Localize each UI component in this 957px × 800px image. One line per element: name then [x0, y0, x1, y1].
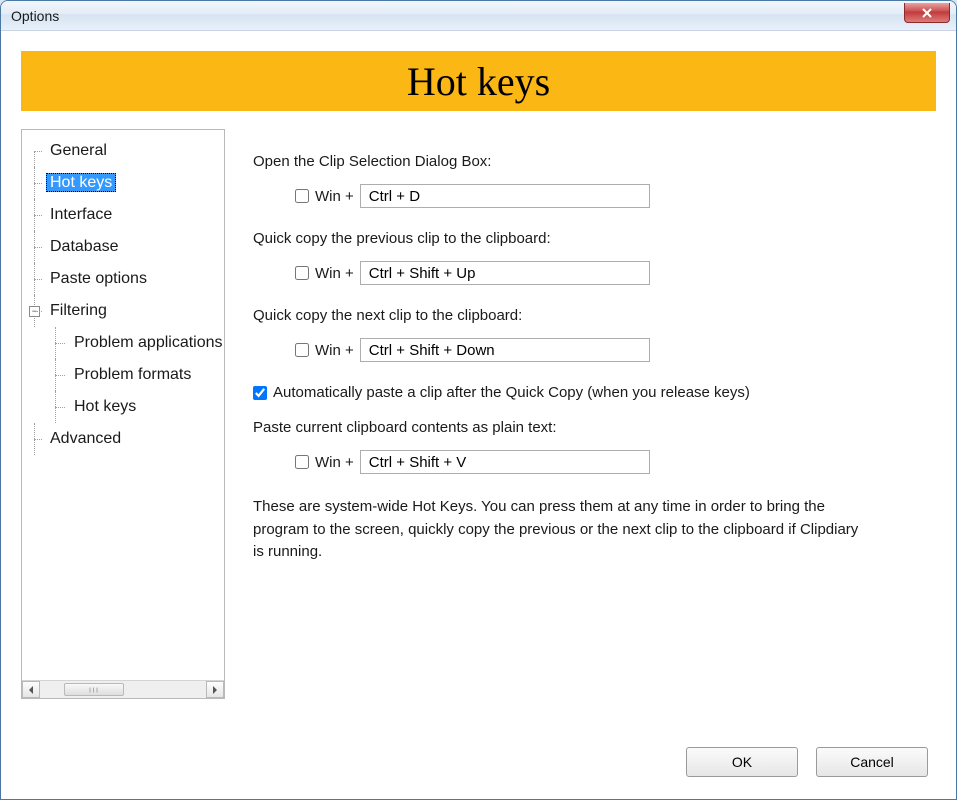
expander-icon[interactable]: − [29, 306, 40, 317]
win-checkbox-prev-input[interactable] [295, 266, 309, 280]
titlebar[interactable]: Options [1, 1, 956, 31]
hotkey-input-plain[interactable] [360, 450, 650, 474]
client-area: Hot keys General Hot keys Interface Data… [1, 31, 956, 713]
win-label: Win + [315, 188, 354, 205]
scroll-thumb[interactable] [64, 683, 124, 696]
row-plain-text: Win + [253, 450, 926, 474]
chevron-right-icon [212, 686, 218, 694]
win-checkbox-plain[interactable]: Win + [295, 454, 354, 471]
tree-item-interface[interactable]: Interface [22, 199, 224, 231]
ok-button[interactable]: OK [686, 747, 798, 777]
hotkey-input-next[interactable] [360, 338, 650, 362]
sidebar-horizontal-scrollbar[interactable] [22, 680, 224, 698]
tree-item-problem-formats[interactable]: Problem formats [22, 359, 224, 391]
tree-item-hotkeys[interactable]: Hot keys [22, 167, 224, 199]
label-plain-text: Paste current clipboard contents as plai… [253, 419, 926, 436]
hotkey-input-prev[interactable] [360, 261, 650, 285]
auto-paste-checkbox[interactable]: Automatically paste a clip after the Qui… [253, 384, 926, 401]
scroll-right-button[interactable] [206, 681, 224, 698]
row-next-clip: Win + [253, 338, 926, 362]
hotkeys-note: These are system-wide Hot Keys. You can … [253, 496, 873, 564]
win-checkbox-open[interactable]: Win + [295, 188, 354, 205]
hotkey-input-open[interactable] [360, 184, 650, 208]
chevron-left-icon [28, 686, 34, 694]
win-checkbox-next-input[interactable] [295, 343, 309, 357]
win-checkbox-next[interactable]: Win + [295, 342, 354, 359]
win-label: Win + [315, 454, 354, 471]
close-icon [921, 8, 933, 18]
win-label: Win + [315, 265, 354, 282]
label-open-dialog: Open the Clip Selection Dialog Box: [253, 153, 926, 170]
tree-root: General Hot keys Interface Database Past… [22, 135, 224, 455]
row-prev-clip: Win + [253, 261, 926, 285]
win-checkbox-plain-input[interactable] [295, 455, 309, 469]
label-prev-clip: Quick copy the previous clip to the clip… [253, 230, 926, 247]
dialog-footer: OK Cancel [686, 747, 928, 777]
page-banner: Hot keys [21, 51, 936, 111]
close-button[interactable] [904, 3, 950, 23]
window-title: Options [11, 8, 59, 24]
tree-item-problem-applications[interactable]: Problem applications [22, 327, 224, 359]
win-label: Win + [315, 342, 354, 359]
tree-item-advanced[interactable]: Advanced [22, 423, 224, 455]
scroll-track[interactable] [40, 681, 206, 698]
win-checkbox-open-input[interactable] [295, 189, 309, 203]
tree-item-paste-options[interactable]: Paste options [22, 263, 224, 295]
win-checkbox-prev[interactable]: Win + [295, 265, 354, 282]
auto-paste-label: Automatically paste a clip after the Qui… [273, 384, 750, 401]
label-next-clip: Quick copy the next clip to the clipboar… [253, 307, 926, 324]
auto-paste-checkbox-input[interactable] [253, 386, 267, 400]
banner-title: Hot keys [407, 58, 550, 105]
content-split: General Hot keys Interface Database Past… [21, 129, 936, 699]
sidebar-tree[interactable]: General Hot keys Interface Database Past… [21, 129, 225, 699]
tree-item-filtering[interactable]: − Filtering [22, 295, 224, 327]
cancel-button[interactable]: Cancel [816, 747, 928, 777]
options-dialog: Options Hot keys General Hot keys [0, 0, 957, 800]
tree-item-general[interactable]: General [22, 135, 224, 167]
tree-item-filter-hotkeys[interactable]: Hot keys [22, 391, 224, 423]
tree-item-database[interactable]: Database [22, 231, 224, 263]
scroll-left-button[interactable] [22, 681, 40, 698]
main-panel: Open the Clip Selection Dialog Box: Win … [239, 129, 936, 699]
row-open-dialog: Win + [253, 184, 926, 208]
